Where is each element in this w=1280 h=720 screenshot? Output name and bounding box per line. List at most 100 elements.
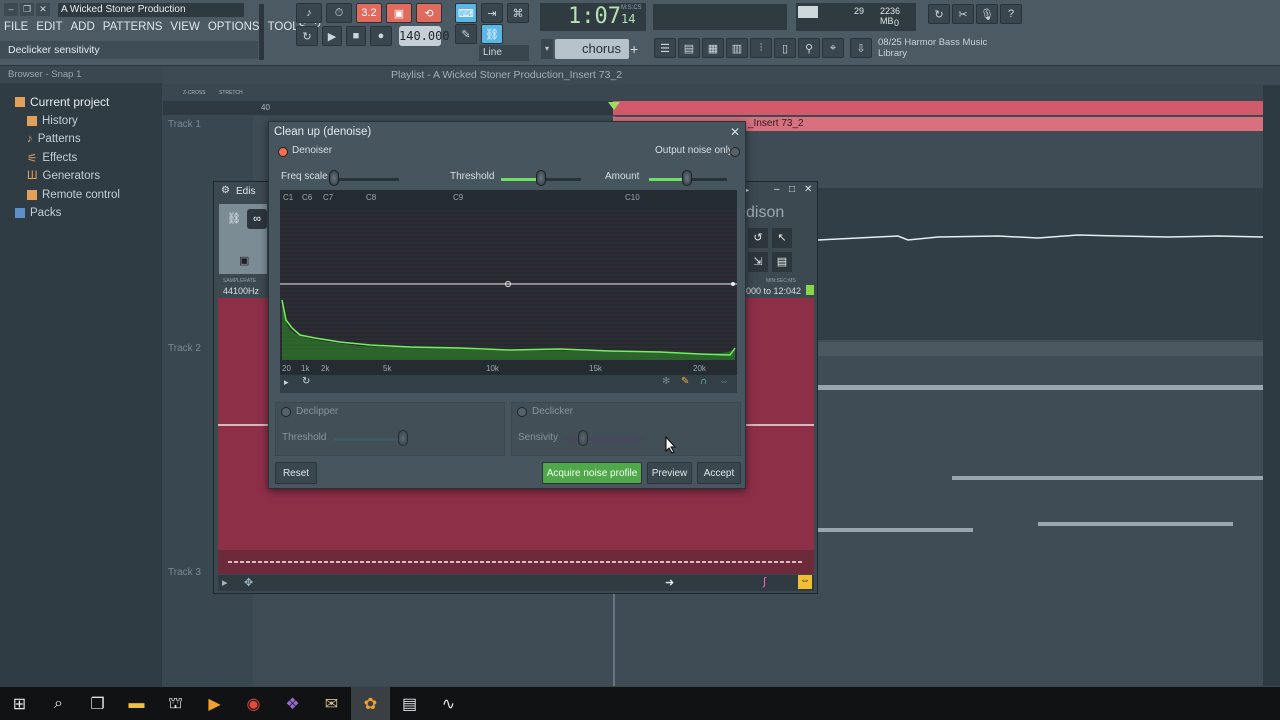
declicker-toggle[interactable] xyxy=(517,407,527,417)
loop-record-icon[interactable]: ⟲ xyxy=(416,3,442,23)
loop-icon[interactable]: ∞ xyxy=(247,209,267,229)
reset-button[interactable]: Reset xyxy=(275,462,317,484)
stretch-icon[interactable]: ⇔ xyxy=(798,575,812,589)
gear-icon[interactable]: ⚙ xyxy=(221,185,230,196)
menu-patterns[interactable]: PATTERNS xyxy=(103,21,163,33)
channel-rack-icon[interactable]: ▦ xyxy=(702,38,724,58)
browser-item-generators[interactable]: Ш Generators xyxy=(0,167,162,186)
browser-item-patterns[interactable]: ♪ Patterns xyxy=(0,130,162,149)
restore-icon[interactable]: ❐ xyxy=(20,3,34,16)
move-icon[interactable]: ✥ xyxy=(244,576,253,589)
pen-icon[interactable]: ✎ xyxy=(455,24,477,44)
play-icon[interactable]: ▸ xyxy=(284,377,289,388)
maximize-icon[interactable]: □ xyxy=(789,184,795,195)
clip-bar[interactable] xyxy=(952,476,1263,480)
snowflake-icon[interactable]: ✻ xyxy=(662,376,670,387)
chrome-icon[interactable]: ◉ xyxy=(234,687,273,720)
clip-bar[interactable] xyxy=(818,528,973,532)
declipper-threshold-slider[interactable] xyxy=(334,438,406,441)
minimize-icon[interactable]: – xyxy=(774,184,780,195)
menu-add[interactable]: ADD xyxy=(71,21,95,33)
edit-icon[interactable]: ▤ xyxy=(772,252,792,272)
pattern-selector[interactable]: chorus xyxy=(555,39,629,59)
amount-knob[interactable] xyxy=(682,170,692,186)
news-panel[interactable]: 08/25 Harmor Bass Music Library xyxy=(878,37,987,59)
loop-region[interactable] xyxy=(613,101,1263,115)
playlist-icon[interactable]: ☰ xyxy=(654,38,676,58)
denoiser-toggle[interactable] xyxy=(278,147,288,157)
freq-scale-slider[interactable] xyxy=(329,178,399,181)
menu-view[interactable]: VIEW xyxy=(170,21,199,33)
download-icon[interactable]: ⇩ xyxy=(850,38,872,58)
select-icon[interactable]: ↖ xyxy=(772,228,792,248)
file-icon[interactable]: ▯ xyxy=(774,38,796,58)
piano-roll-icon[interactable]: ▤ xyxy=(678,38,700,58)
menu-edit[interactable]: EDIT xyxy=(36,21,62,33)
typing-keyboard-icon[interactable]: ⌨ xyxy=(455,3,477,23)
play-button[interactable]: ▶ xyxy=(322,26,342,46)
tag-icon[interactable]: ✎ xyxy=(681,376,689,387)
spectrogram[interactable]: C1 C6 C7 C8 C9 C10 20 1k 2k 5k 10k 15k 2… xyxy=(280,190,737,375)
browser-item-effects[interactable]: ⚟ Effects xyxy=(0,149,162,168)
link-icon[interactable]: ⛓ xyxy=(481,24,503,44)
close-icon[interactable]: ✕ xyxy=(730,125,740,139)
headphones-icon[interactable]: ∩ xyxy=(700,376,707,387)
help-icon[interactable]: ? xyxy=(1000,4,1022,24)
link-icon[interactable]: ⛓ xyxy=(227,212,241,225)
pattern-song-icon[interactable]: ↻ xyxy=(296,26,318,46)
snap-icon[interactable]: ⇥ xyxy=(481,3,503,23)
resize-icon[interactable]: ⇔ xyxy=(719,376,729,387)
master-volume-slider[interactable] xyxy=(259,4,264,60)
playlist-header[interactable]: Playlist - A Wicked Stoner Production_In… xyxy=(163,67,1280,84)
declicker-sensivity-knob[interactable] xyxy=(578,430,588,446)
track-label-3[interactable]: Track 3 xyxy=(168,567,201,578)
browser-item-history[interactable]: History xyxy=(0,112,162,131)
fl-studio-icon[interactable]: ✿ xyxy=(351,687,390,720)
snap-select[interactable]: Line xyxy=(479,45,529,61)
refresh-icon[interactable]: ↻ xyxy=(928,4,950,24)
tempo-display[interactable]: 140.000 xyxy=(399,26,450,46)
metronome-icon[interactable]: ♪ xyxy=(296,3,322,23)
browser-header[interactable]: Browser - Snap 1 xyxy=(0,67,162,83)
reverse-icon[interactable]: ↺ xyxy=(748,228,768,248)
preview-button[interactable]: Preview xyxy=(647,462,692,484)
edison-title[interactable]: Edis xyxy=(236,186,255,197)
mixer-icon[interactable]: ⫶ xyxy=(750,38,772,58)
pattern-prev-icon[interactable]: ▾ xyxy=(541,39,553,59)
declipper-toggle[interactable] xyxy=(281,407,291,417)
edison-overview[interactable] xyxy=(218,550,814,574)
reset-view-icon[interactable]: ↻ xyxy=(302,376,310,387)
declicker-sensivity-slider[interactable] xyxy=(564,438,644,441)
declipper-threshold-knob[interactable] xyxy=(398,430,408,446)
record-mode-button[interactable]: 3.2 xyxy=(356,3,382,23)
start-icon[interactable]: ⊞ xyxy=(0,687,39,720)
acquire-noise-profile-button[interactable]: Acquire noise profile xyxy=(542,462,642,484)
browser-item-packs[interactable]: Packs xyxy=(0,204,162,223)
clip-bar[interactable] xyxy=(818,385,1263,390)
record-button[interactable]: ● xyxy=(370,26,392,46)
step-edit-icon[interactable]: ▣ xyxy=(386,3,412,23)
freq-scale-knob[interactable] xyxy=(329,170,339,186)
tool-icon[interactable]: ⌘ xyxy=(507,3,529,23)
app-icon[interactable]: ∿ xyxy=(429,687,468,720)
app-icon[interactable]: ❖ xyxy=(273,687,312,720)
threshold-knob[interactable] xyxy=(536,170,546,186)
playhead-marker-icon[interactable] xyxy=(608,102,620,110)
browser-item-current-project[interactable]: Current project xyxy=(0,93,162,112)
accept-button[interactable]: Accept xyxy=(697,462,741,484)
file-explorer-icon[interactable]: ▬ xyxy=(117,687,156,720)
step-sequencer-icon[interactable]: ▥ xyxy=(726,38,748,58)
search-icon[interactable]: ⌕ xyxy=(39,687,78,720)
close-icon[interactable]: ✕ xyxy=(36,3,50,16)
zcross-label[interactable]: Z-CROSS xyxy=(183,90,206,96)
clip-bar[interactable] xyxy=(1038,522,1233,526)
browser-item-remote-control[interactable]: Remote control xyxy=(0,186,162,205)
save-icon[interactable]: ▣ xyxy=(239,254,249,267)
project-title[interactable]: A Wicked Stoner Production xyxy=(58,3,244,17)
output-noise-toggle[interactable] xyxy=(730,147,740,157)
track-label-2[interactable]: Track 2 xyxy=(168,343,201,354)
stretch-label[interactable]: STRETCH xyxy=(219,90,243,96)
close-icon[interactable]: ✕ xyxy=(804,184,812,195)
menu-file[interactable]: FILE xyxy=(4,21,28,33)
play-icon[interactable]: ▸ xyxy=(222,576,228,589)
